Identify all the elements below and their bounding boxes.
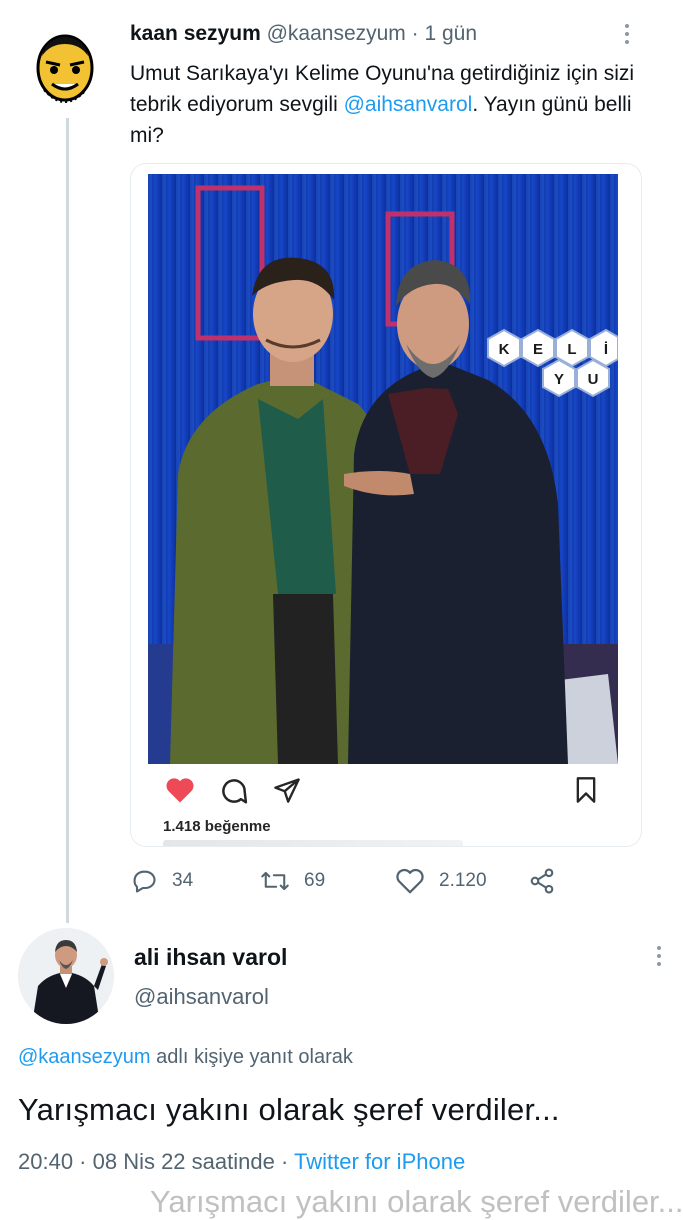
studio-letter: İ xyxy=(604,341,608,358)
tweet2-text: Yarışmacı yakını olarak şeref verdiler..… xyxy=(18,1092,560,1127)
retweet-count: 69 xyxy=(304,870,326,891)
reply-suffix: adlı kişiye yanıt olarak xyxy=(150,1046,353,1068)
replying-to: @kaansezyum adlı kişiye yanıt olarak xyxy=(18,1046,353,1069)
retweet-icon xyxy=(261,871,289,891)
studio-letter: K xyxy=(499,341,510,358)
send-icon[interactable] xyxy=(273,776,301,804)
tweet2-handle[interactable]: @aihsanvarol xyxy=(134,984,269,1010)
more-vertical-icon[interactable] xyxy=(650,946,668,970)
like-count: 2.120 xyxy=(439,870,487,891)
cropped-duplicate-text: Yarışmacı yakını olarak şeref verdiler..… xyxy=(150,1184,683,1219)
tweet1-text: Umut Sarıkaya'yı Kelime Oyunu'na getirdi… xyxy=(130,58,660,151)
attached-instagram-screenshot[interactable]: K E L İ Y U 1.418 beğenme xyxy=(130,163,642,847)
reply-mention[interactable]: @kaansezyum xyxy=(18,1046,151,1068)
tweet1-time[interactable]: 1 gün xyxy=(424,22,477,45)
share-icon xyxy=(530,868,554,894)
more-vertical-icon[interactable] xyxy=(618,24,636,46)
studio-letter: Y xyxy=(554,371,564,388)
instagram-likes-count: 1.418 beğenme xyxy=(163,818,271,835)
studio-letter: L xyxy=(567,341,576,358)
avatar-kaansezyum[interactable] xyxy=(34,32,96,112)
reply-button[interactable]: 34 xyxy=(130,866,193,896)
studio-letter: E xyxy=(533,341,543,358)
comment-icon[interactable] xyxy=(219,776,249,806)
bookmark-icon[interactable] xyxy=(573,776,599,804)
post-photo[interactable]: K E L İ Y U xyxy=(148,174,618,764)
share-button[interactable] xyxy=(528,866,570,896)
thread-line xyxy=(66,118,69,923)
tweet2-source[interactable]: Twitter for iPhone xyxy=(294,1149,465,1174)
tweet2-author-name[interactable]: ali ihsan varol xyxy=(134,944,287,971)
tweet1-author-name[interactable]: kaan sezyum xyxy=(130,22,261,45)
reply-count: 34 xyxy=(172,870,194,891)
tweet1-header: kaan sezyum @kaansezyum · 1 gün xyxy=(130,22,477,46)
tweet1-mention[interactable]: @aihsanvarol xyxy=(344,93,473,116)
instagram-actions xyxy=(131,776,641,812)
reply-icon xyxy=(133,870,156,893)
retweet-button[interactable]: 69 xyxy=(260,866,325,896)
tweet2-meta: 20:40 · 08 Nis 22 saatinde · Twitter for… xyxy=(18,1149,465,1175)
tweet1-separator: · xyxy=(405,22,425,45)
studio-letter: U xyxy=(588,371,599,388)
like-button[interactable]: 2.120 xyxy=(395,866,487,896)
cropped-caption xyxy=(163,840,463,846)
tweet2-time[interactable]: 20:40 · 08 Nis 22 saatinde · xyxy=(18,1149,294,1174)
tweet1-handle[interactable]: @kaansezyum xyxy=(267,22,406,45)
avatar-aihsanvarol[interactable] xyxy=(18,928,114,1024)
like-icon xyxy=(396,868,424,894)
heart-icon[interactable] xyxy=(165,776,195,804)
